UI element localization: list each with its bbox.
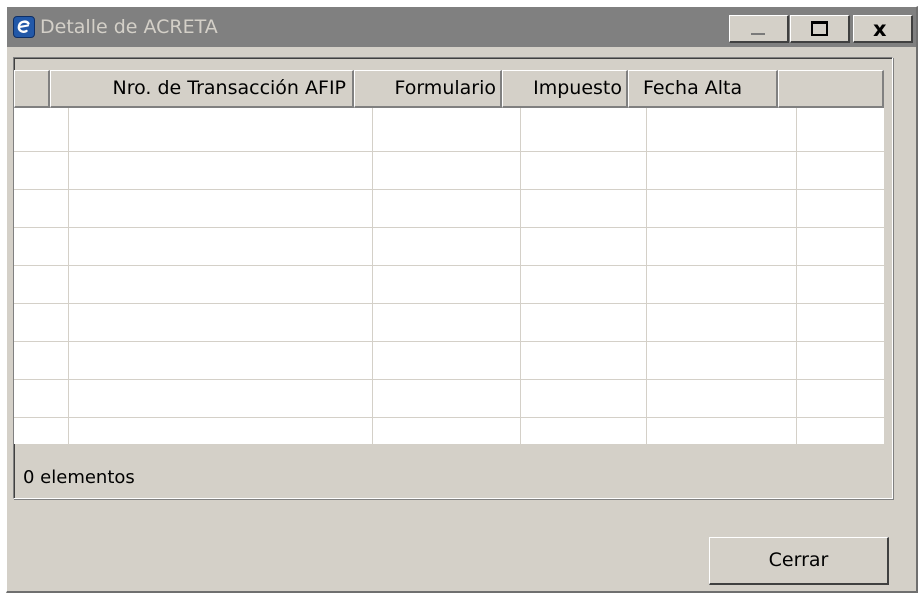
item-count-status: 0 elementos bbox=[23, 467, 135, 488]
maximize-icon bbox=[811, 21, 828, 36]
grid-column-line bbox=[520, 108, 521, 444]
grid-header: Nro. de Transacción AFIP Formulario Impu… bbox=[14, 70, 884, 108]
grid-column-line bbox=[372, 108, 373, 444]
grid-row-line bbox=[14, 189, 884, 190]
app-e-icon bbox=[13, 16, 35, 38]
window-title: Detalle de ACRETA bbox=[40, 16, 218, 38]
grid-row-line bbox=[14, 379, 884, 380]
column-header-formulario[interactable]: Formulario bbox=[354, 70, 502, 108]
acreta-detail-grid[interactable]: Nro. de Transacción AFIP Formulario Impu… bbox=[14, 70, 884, 444]
title-bar[interactable]: Detalle de ACRETA x bbox=[7, 7, 916, 47]
column-label-impuesto: Impuesto bbox=[533, 77, 622, 99]
column-label-formulario: Formulario bbox=[394, 77, 496, 99]
grid-row-line bbox=[14, 227, 884, 228]
column-header-fecha-alta[interactable]: Fecha Alta bbox=[628, 70, 778, 108]
column-header-nro-transaccion[interactable]: Nro. de Transacción AFIP bbox=[50, 70, 354, 108]
grid-row-line bbox=[14, 417, 884, 418]
grid-row-line bbox=[14, 265, 884, 266]
grid-row-line bbox=[14, 151, 884, 152]
grid-column-line bbox=[68, 108, 69, 444]
column-label-fecha-alta: Fecha Alta bbox=[643, 77, 743, 99]
grid-column-line bbox=[796, 108, 797, 444]
row-selector-header[interactable] bbox=[14, 70, 50, 108]
minimize-button[interactable] bbox=[729, 15, 789, 43]
column-label-nro-transaccion: Nro. de Transacción AFIP bbox=[112, 77, 346, 99]
grid-column-line bbox=[646, 108, 647, 444]
maximize-button[interactable] bbox=[790, 15, 850, 43]
close-icon: x bbox=[873, 17, 887, 41]
grid-row-line bbox=[14, 303, 884, 304]
column-header-filler bbox=[778, 70, 884, 108]
close-window-button[interactable]: x bbox=[853, 15, 913, 43]
column-header-impuesto[interactable]: Impuesto bbox=[502, 70, 628, 108]
cerrar-button[interactable]: Cerrar bbox=[709, 537, 889, 585]
minimize-icon bbox=[751, 33, 765, 35]
grid-row-line bbox=[14, 341, 884, 342]
